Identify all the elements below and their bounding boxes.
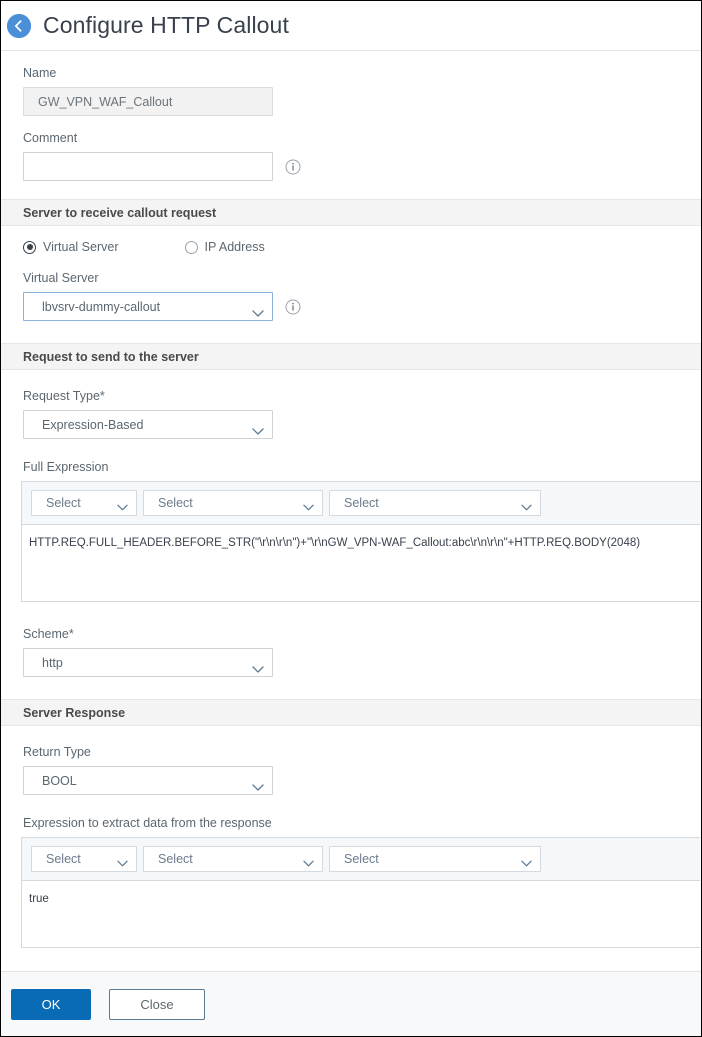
- extract-expression-select-1-value: Select: [46, 852, 81, 866]
- request-type-label: Request Type*: [23, 389, 105, 403]
- return-type-select[interactable]: BOOL: [23, 766, 273, 795]
- full-expression-label: Full Expression: [23, 460, 109, 474]
- scheme-field-group: Scheme* http: [1, 602, 701, 699]
- full-expression-textarea[interactable]: HTTP.REQ.FULL_HEADER.BEFORE_STR("\r\n\r\…: [22, 525, 700, 601]
- virtual-server-select[interactable]: lbvsrv-dummy-callout: [23, 292, 273, 321]
- request-type-select-value: Expression-Based: [23, 410, 273, 439]
- section-header-request: Request to send to the server: [1, 343, 701, 370]
- virtual-server-field-group: Virtual Server lbvsrv-dummy-callout: [1, 270, 701, 343]
- ok-button[interactable]: OK: [11, 988, 91, 1020]
- full-expression-group: Full Expression: [1, 439, 701, 475]
- full-expression-select-2-value: Select: [158, 496, 193, 510]
- server-type-radio-group: Virtual Server IP Address: [1, 226, 701, 270]
- full-expression-toolbar: Select Select Select: [22, 482, 700, 525]
- chevron-down-icon: [117, 856, 128, 870]
- extract-expression-editor: Select Select Select true: [21, 837, 700, 948]
- radio-ip-address[interactable]: IP Address: [184, 240, 265, 254]
- section-header-server: Server to receive callout request: [1, 199, 701, 226]
- dialog-header: Configure HTTP Callout: [1, 1, 701, 51]
- full-expression-select-1[interactable]: Select: [31, 490, 137, 516]
- radio-virtual-server-label: Virtual Server: [43, 240, 119, 254]
- scheme-select[interactable]: http: [23, 648, 273, 677]
- back-button[interactable]: [7, 13, 31, 38]
- name-input[interactable]: [23, 87, 273, 116]
- scheme-select-value: http: [23, 648, 273, 677]
- extract-expression-group: Expression to extract data from the resp…: [1, 795, 701, 831]
- extract-expression-select-3-value: Select: [344, 852, 379, 866]
- extract-expression-select-2-value: Select: [158, 852, 193, 866]
- radio-ip-address-label: IP Address: [204, 240, 265, 254]
- info-icon[interactable]: [285, 299, 301, 315]
- chevron-down-icon: [303, 856, 314, 870]
- extract-expression-toolbar: Select Select Select: [22, 838, 700, 881]
- comment-label: Comment: [23, 131, 78, 145]
- return-type-select-value: BOOL: [23, 766, 273, 795]
- request-type-field-group: Request Type* Expression-Based: [1, 370, 701, 439]
- full-expression-select-2[interactable]: Select: [143, 490, 323, 516]
- extract-expression-select-3[interactable]: Select: [329, 846, 541, 872]
- chevron-down-icon: [303, 500, 314, 514]
- extract-expression-select-2[interactable]: Select: [143, 846, 323, 872]
- request-type-select[interactable]: Expression-Based: [23, 410, 273, 439]
- name-field-group: Name: [1, 51, 701, 116]
- return-type-label: Return Type: [23, 745, 91, 759]
- page-title: Configure HTTP Callout: [43, 12, 289, 38]
- chevron-down-icon: [117, 500, 128, 514]
- virtual-server-label: Virtual Server: [23, 271, 99, 285]
- arrow-left-circle-icon: [7, 13, 31, 38]
- section-header-response: Server Response: [1, 699, 701, 726]
- comment-input[interactable]: [23, 152, 273, 181]
- full-expression-select-3[interactable]: Select: [329, 490, 541, 516]
- full-expression-editor: Select Select Select HTTP.REQ.FULL_HEADE…: [21, 481, 700, 602]
- configure-http-callout-dialog: Configure HTTP Callout Name Comment: [0, 0, 702, 1037]
- extract-expression-textarea[interactable]: true: [22, 881, 700, 947]
- name-label: Name: [23, 66, 57, 80]
- radio-mark-icon: [23, 240, 36, 254]
- full-expression-select-3-value: Select: [344, 496, 379, 510]
- chevron-down-icon: [521, 856, 532, 870]
- comment-field-group: Comment: [1, 116, 701, 199]
- virtual-server-select-value: lbvsrv-dummy-callout: [23, 292, 273, 321]
- info-icon[interactable]: [285, 159, 301, 175]
- extract-expression-select-1[interactable]: Select: [31, 846, 137, 872]
- full-expression-select-1-value: Select: [46, 496, 81, 510]
- chevron-down-icon: [521, 500, 532, 514]
- close-button[interactable]: Close: [109, 988, 205, 1020]
- return-type-field-group: Return Type BOOL: [1, 726, 701, 795]
- radio-virtual-server[interactable]: Virtual Server: [23, 240, 119, 254]
- extract-expression-label: Expression to extract data from the resp…: [23, 816, 272, 830]
- scheme-label: Scheme*: [23, 627, 74, 641]
- dialog-footer: OK Close: [1, 971, 701, 1036]
- form-body: Name Comment Server to receive callout r…: [1, 51, 701, 1033]
- radio-mark-icon: [184, 240, 198, 254]
